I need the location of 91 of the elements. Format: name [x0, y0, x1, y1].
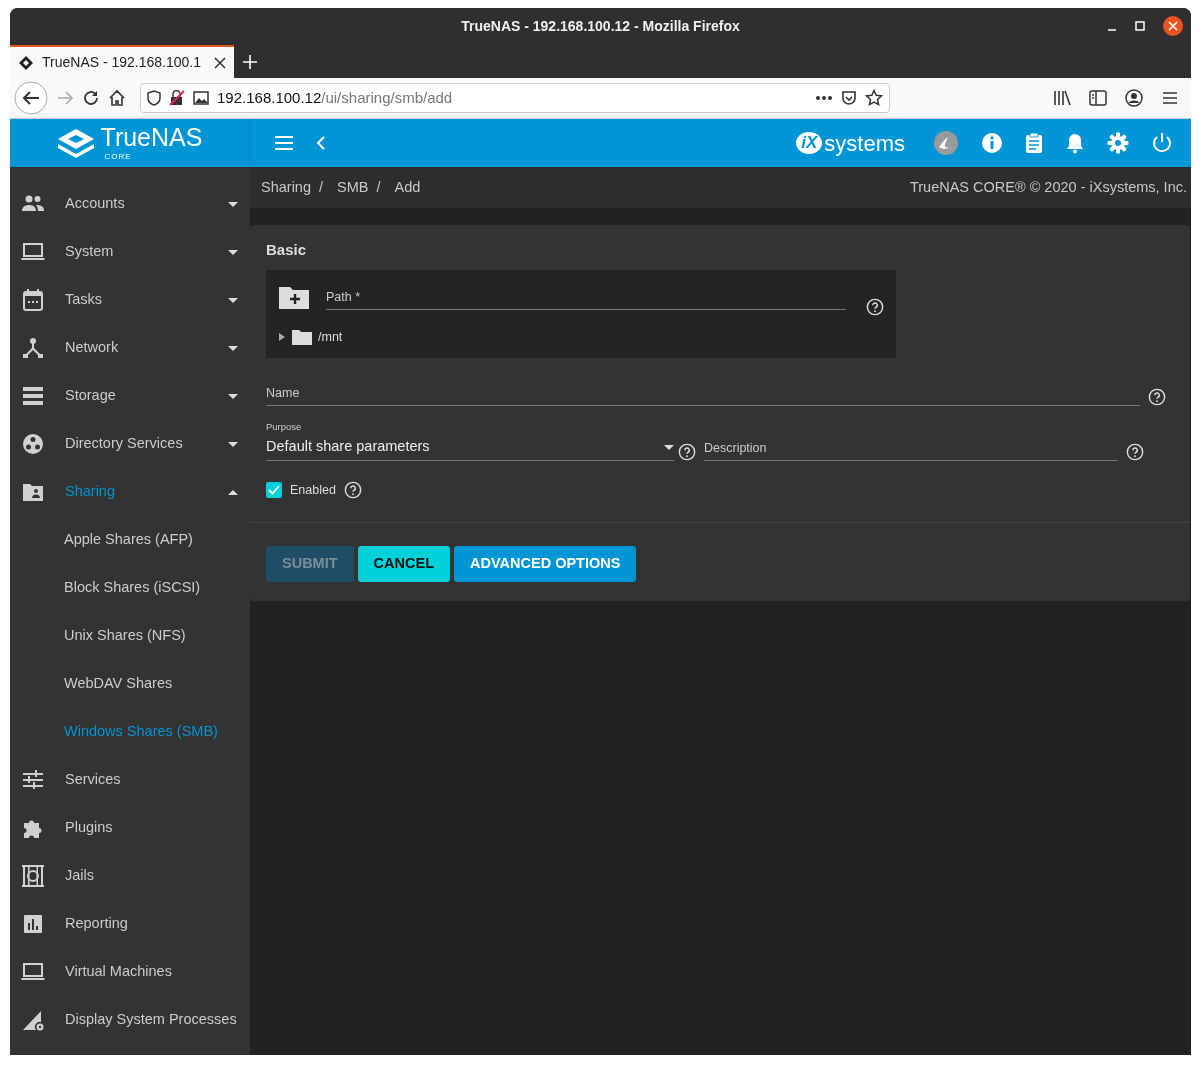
calendar-icon — [21, 288, 45, 312]
caret-down-icon — [228, 297, 238, 303]
help-icon[interactable] — [866, 297, 884, 316]
maximize-icon[interactable] — [1135, 21, 1145, 31]
help-icon[interactable] — [343, 481, 362, 500]
menu-icon[interactable] — [1161, 90, 1179, 106]
help-icon[interactable] — [1148, 388, 1166, 406]
help-icon[interactable] — [1126, 443, 1144, 461]
caret-down-icon — [228, 201, 238, 207]
breadcrumb-separator: / — [319, 177, 323, 197]
address-bar[interactable]: 192.168.100.12/ui/sharing/smb/add — [140, 83, 890, 113]
sidebar-item[interactable]: Plugins — [10, 804, 250, 852]
window-title: TrueNAS - 192.168.100.12 - Mozilla Firefox — [461, 17, 740, 36]
sidebar-item[interactable]: Jails — [10, 852, 250, 900]
browser-tab[interactable]: TrueNAS - 192.168.100.1 — [10, 45, 234, 78]
close-icon — [1168, 21, 1178, 31]
power-icon[interactable] — [1151, 132, 1173, 154]
shield-icon — [147, 90, 161, 106]
caret-down-icon — [228, 393, 238, 399]
sidebar-subitem[interactable]: Unix Shares (NFS) — [10, 612, 250, 660]
sidebar-item[interactable]: Reporting — [10, 900, 250, 948]
breadcrumb-link[interactable]: Add — [394, 176, 421, 199]
tree-node[interactable]: /mnt — [278, 327, 884, 347]
sidebar-item[interactable]: Tasks — [10, 276, 250, 324]
url-text: 192.168.100.12/ui/sharing/smb/add — [217, 87, 454, 108]
sidebar-subitem[interactable]: Windows Shares (SMB) — [10, 708, 250, 756]
chevron-left-icon[interactable] — [316, 136, 326, 150]
sidebar-icon[interactable] — [1089, 90, 1107, 106]
purpose-select[interactable]: Default share parameters — [266, 434, 674, 461]
account-icon[interactable] — [1125, 89, 1143, 107]
action-button[interactable]: CANCEL — [357, 545, 450, 582]
vendor-logo: iX systems — [796, 126, 905, 160]
caret-down-icon — [228, 249, 238, 255]
sidebar-item[interactable]: Sharing — [10, 468, 250, 516]
sidebar-item[interactable]: Network — [10, 324, 250, 372]
cube-icon — [18, 54, 34, 71]
field-label: Purpose — [266, 420, 303, 434]
plus-icon[interactable] — [242, 53, 258, 70]
close-button[interactable] — [1163, 16, 1183, 36]
logo-text: TrueNAS — [100, 123, 203, 151]
check-icon — [268, 485, 280, 496]
caret-up-icon — [228, 489, 238, 495]
library-icon[interactable] — [1053, 90, 1071, 106]
sidebar-item[interactable]: Virtual Machines — [10, 948, 250, 996]
caret-down-icon — [228, 345, 238, 351]
bell-icon[interactable] — [1065, 132, 1085, 154]
description-field[interactable]: Description — [704, 437, 1118, 461]
settings-icon[interactable] — [1107, 132, 1129, 154]
clipboard-icon[interactable] — [1025, 132, 1043, 154]
info-icon[interactable] — [981, 132, 1003, 154]
section-title: Basic — [265, 240, 308, 260]
network-icon — [21, 336, 45, 360]
home-icon[interactable] — [108, 89, 126, 107]
sidebar-item[interactable]: System — [10, 228, 250, 276]
bar-chart-icon — [21, 912, 45, 936]
sidebar-subitem[interactable]: Apple Shares (AFP) — [10, 516, 250, 564]
circle-dots-icon — [21, 432, 45, 456]
sidebar-subitem[interactable]: WebDAV Shares — [10, 660, 250, 708]
help-icon[interactable] — [678, 443, 696, 461]
jail-icon — [21, 864, 45, 888]
caret-down-icon — [664, 444, 674, 450]
menu-icon[interactable] — [274, 135, 294, 151]
lock-crossed-icon — [169, 90, 185, 106]
breadcrumb-link[interactable]: SMB — [337, 176, 369, 199]
pocket-icon[interactable] — [841, 90, 857, 106]
sidebar-item[interactable]: Display System Processes — [10, 996, 250, 1044]
caret-right-icon — [278, 332, 286, 341]
logo-subtext: CORE — [104, 153, 133, 161]
copyright-text: TrueNAS CORE® © 2020 - iXsystems, Inc. — [909, 177, 1187, 197]
folder-icon — [292, 328, 312, 345]
sidebar-item[interactable]: Services — [10, 756, 250, 804]
breadcrumb-link[interactable]: Sharing — [261, 176, 311, 199]
sidebar-subitem[interactable]: Block Shares (iSCSI) — [10, 564, 250, 612]
name-field[interactable]: Name — [266, 382, 1140, 406]
breadcrumb-separator: / — [376, 177, 381, 197]
sidebar-item[interactable]: Storage — [10, 372, 250, 420]
more-icon[interactable] — [815, 95, 833, 101]
sidebar-item[interactable]: Accounts — [10, 180, 250, 228]
logo-icon — [56, 128, 95, 158]
enabled-checkbox[interactable] — [266, 482, 282, 499]
sliders-icon — [21, 768, 45, 792]
sidebar-item[interactable]: Directory Services — [10, 420, 250, 468]
checkbox-label: Enabled — [290, 482, 336, 499]
star-icon[interactable] — [865, 89, 883, 107]
image-icon — [193, 91, 209, 105]
reload-icon[interactable] — [82, 89, 100, 107]
server-stack-icon — [21, 384, 45, 408]
path-field[interactable]: Path * — [326, 285, 846, 310]
status-badge-icon[interactable] — [933, 130, 959, 156]
caret-down-icon — [228, 441, 238, 447]
close-icon[interactable] — [214, 56, 226, 69]
